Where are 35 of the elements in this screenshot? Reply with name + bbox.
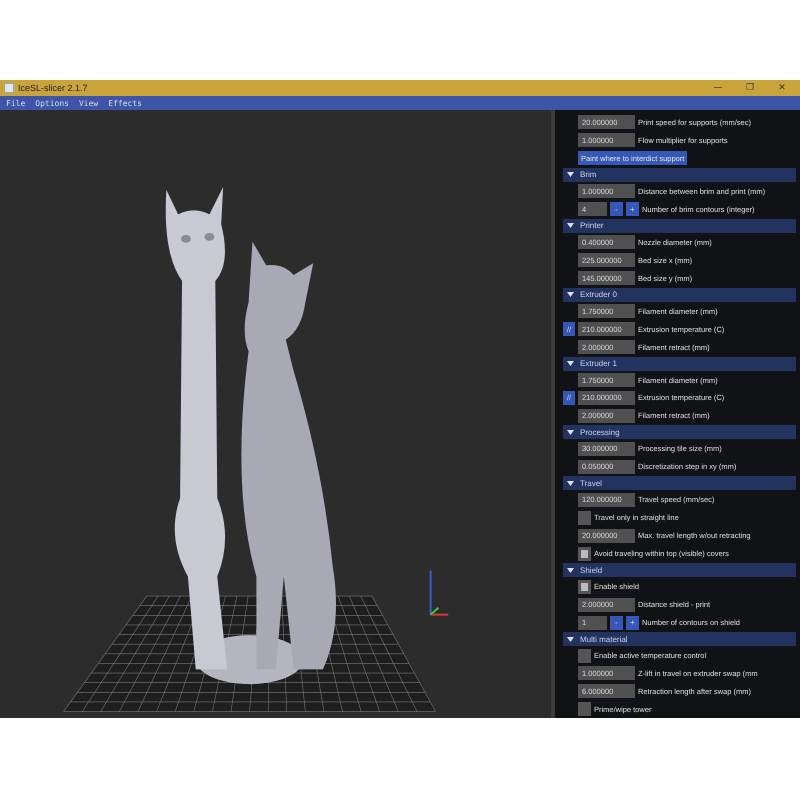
- axis-gizmo-icon: [430, 570, 448, 616]
- section-header[interactable]: Printer: [563, 218, 796, 233]
- caret-down-icon: [567, 222, 574, 230]
- window-control-button[interactable]: ✕: [768, 83, 796, 93]
- app-icon: [4, 83, 14, 93]
- increment-button[interactable]: +: [626, 202, 639, 216]
- checkbox[interactable]: [578, 510, 591, 525]
- caret-down-icon: [567, 480, 574, 487]
- section-header[interactable]: Extruder 1: [563, 356, 796, 371]
- checkbox[interactable]: [578, 546, 591, 561]
- menu-item[interactable]: Options: [35, 98, 69, 108]
- caret-down-icon: [567, 171, 574, 178]
- menu-item[interactable]: File: [6, 98, 26, 108]
- caret-down-icon: [567, 636, 574, 643]
- section-header[interactable]: Multi material: [563, 632, 796, 646]
- section-header[interactable]: Extruder 0: [563, 288, 796, 302]
- caret-down-icon: [567, 360, 574, 368]
- section-header[interactable]: Travel: [563, 476, 796, 490]
- section-header[interactable]: Brim: [563, 168, 796, 182]
- caret-down-icon: [567, 566, 574, 574]
- checkbox[interactable]: [578, 648, 591, 663]
- section-header[interactable]: Processing: [563, 425, 796, 440]
- window-control-button[interactable]: —: [704, 83, 732, 93]
- checkbox[interactable]: [578, 580, 591, 594]
- caret-down-icon: [567, 291, 574, 298]
- menu-item[interactable]: View: [78, 98, 98, 108]
- section-header[interactable]: Shield: [563, 563, 796, 578]
- window-title: IceSL-slicer 2.1.7: [18, 83, 89, 93]
- increment-button[interactable]: +: [626, 616, 639, 630]
- menu-item[interactable]: Effects: [108, 98, 142, 108]
- caret-down-icon: [567, 428, 574, 436]
- checkbox[interactable]: [578, 702, 591, 716]
- decrement-button[interactable]: -: [610, 616, 623, 630]
- decrement-button[interactable]: -: [610, 202, 623, 216]
- window-control-button[interactable]: ❐: [736, 83, 764, 93]
